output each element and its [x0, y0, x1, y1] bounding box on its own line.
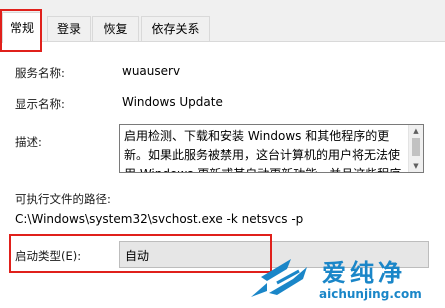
scroll-up-arrow-icon[interactable]: ▲	[409, 125, 423, 137]
display-name-label: 显示名称:	[15, 97, 65, 111]
exe-path-value: C:\Windows\system32\svchost.exe -k netsv…	[15, 212, 304, 226]
highlight-tab-general	[0, 9, 42, 52]
description-textbox[interactable]: 启用检测、下载和安装 Windows 和其他程序的更新。如果此服务被禁用，这台计…	[119, 124, 424, 173]
tab-recovery[interactable]: 恢复	[92, 16, 139, 41]
tab-logon[interactable]: 登录	[47, 16, 91, 41]
scroll-thumb[interactable]	[412, 138, 420, 156]
service-name-label: 服务名称:	[15, 66, 65, 80]
watermark-logo-icon	[251, 259, 307, 297]
watermark-url-text: aichunjing.com	[319, 287, 422, 301]
display-name-value: Windows Update	[122, 95, 223, 109]
description-scrollbar[interactable]: ▲ ▼	[408, 125, 423, 172]
exe-path-label: 可执行文件的路径:	[15, 192, 111, 206]
scroll-down-arrow-icon[interactable]: ▼	[409, 160, 423, 172]
tab-dependencies[interactable]: 依存关系	[141, 16, 210, 41]
watermark-brand-text: 爱纯净	[322, 259, 406, 287]
service-name-value: wuauserv	[122, 64, 181, 78]
service-properties-dialog: 常规 登录 恢复 依存关系 服务名称: wuauserv 显示名称: Windo…	[0, 0, 445, 308]
description-text: 启用检测、下载和安装 Windows 和其他程序的更新。如果此服务被禁用，这台计…	[124, 129, 401, 172]
highlight-startup-type	[9, 234, 272, 273]
tab-strip-divider	[0, 41, 445, 42]
description-label: 描述:	[15, 135, 42, 149]
